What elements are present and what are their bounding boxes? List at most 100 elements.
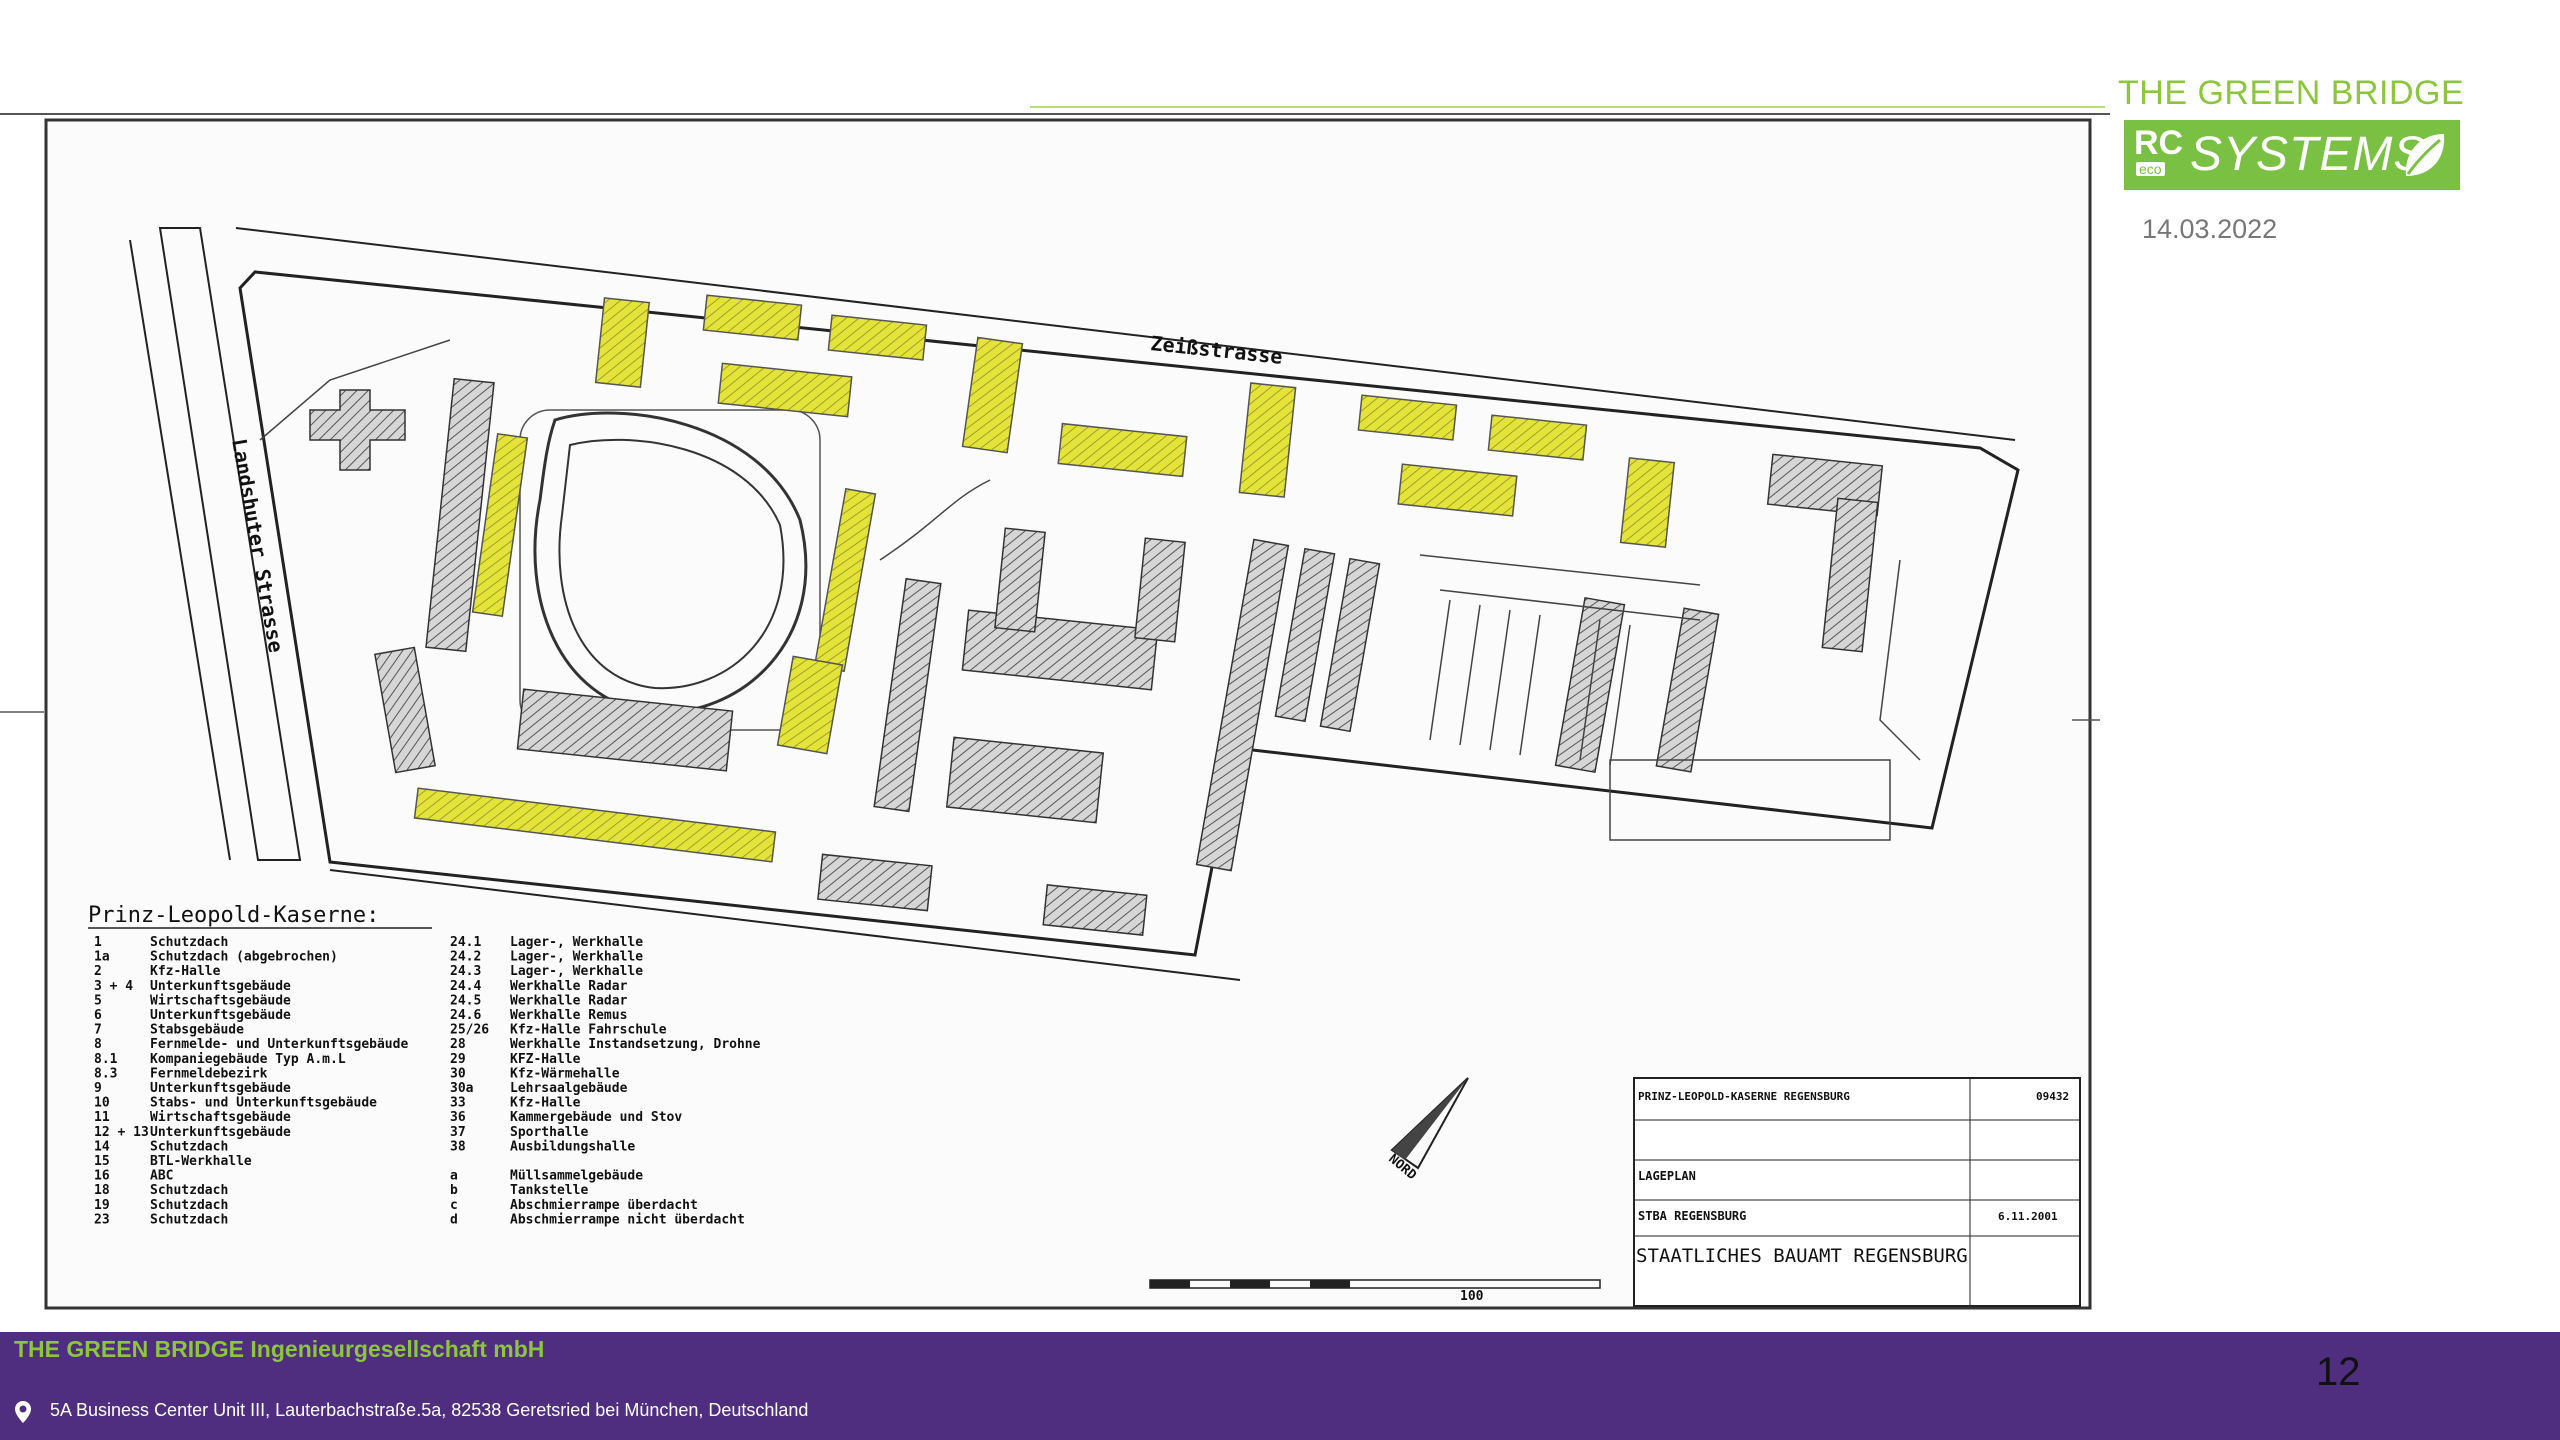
legend-label: Werkhalle Radar	[510, 979, 628, 994]
legend-number: 18	[94, 1183, 110, 1198]
legend-label: KFZ-Halle	[510, 1052, 581, 1067]
legend-number: 10	[94, 1096, 110, 1111]
legend-number: 24.6	[450, 1008, 481, 1023]
legend-label: BTL-Werkhalle	[150, 1154, 252, 1169]
legend-number: 19	[94, 1198, 110, 1213]
legend-number: 12 + 13	[94, 1125, 149, 1140]
legend-number: 24.2	[450, 950, 481, 965]
legend-number: 8	[94, 1037, 102, 1052]
footer-company: THE GREEN BRIDGE Ingenieurgesellschaft m…	[14, 1336, 545, 1362]
legend-number: 6	[94, 1008, 102, 1023]
legend-label: Kfz-Halle Fahrschule	[510, 1023, 667, 1038]
legend-label: Kompaniegebäude Typ A.m.L	[150, 1052, 346, 1067]
header-rule	[1030, 106, 2105, 108]
titleblock-project: PRINZ-LEOPOLD-KASERNE REGENSBURG	[1638, 1090, 1850, 1103]
document-date: 14.03.2022	[2142, 214, 2278, 244]
legend-number: 25/26	[450, 1023, 489, 1038]
legend-label: Schutzdach	[150, 1198, 228, 1213]
legend-number: 1	[94, 935, 102, 950]
legend-number: 37	[450, 1125, 466, 1140]
legend-label: Stabs- und Unterkunftsgebäude	[150, 1096, 377, 1111]
legend-label: Fernmelde- und Unterkunftsgebäude	[150, 1037, 408, 1052]
leaf-icon	[2405, 134, 2445, 176]
legend-number: 28	[450, 1037, 466, 1052]
scale-label: 100	[1460, 1289, 1484, 1304]
legend-number: 14	[94, 1139, 110, 1154]
legend-label: Werkhalle Radar	[510, 993, 628, 1008]
legend-label: Unterkunftsgebäude	[150, 1081, 291, 1096]
titleblock-plan: LAGEPLAN	[1638, 1169, 1696, 1183]
legend-label: Lager-, Werkhalle	[510, 950, 643, 965]
legend-label: Schutzdach (abgebrochen)	[150, 950, 338, 965]
legend-number: 11	[94, 1110, 110, 1125]
title-block: PRINZ-LEOPOLD-KASERNE REGENSBURG 09432 L…	[1633, 1077, 2081, 1307]
legend-number: 24.5	[450, 993, 481, 1008]
site-plan-map: Zeißstrasse Landshuter Strasse Prinz-Leo…	[0, 112, 2110, 1332]
legend-label: Lager-, Werkhalle	[510, 935, 643, 950]
titleblock-date: 6.11.2001	[1998, 1210, 2058, 1223]
legend-number: 38	[450, 1139, 466, 1154]
legend-label: Abschmierrampe überdacht	[510, 1198, 698, 1213]
legend-label: Schutzdach	[150, 1212, 228, 1227]
legend-label: Müllsammelgebäude	[510, 1169, 643, 1184]
legend-label: Kfz-Halle	[510, 1096, 581, 1111]
legend-label: Lehrsaalgebäude	[510, 1081, 628, 1096]
legend-number: 5	[94, 993, 102, 1008]
legend-number: 29	[450, 1052, 466, 1067]
legend-number: 16	[94, 1169, 110, 1184]
legend-label: Schutzdach	[150, 1139, 228, 1154]
legend-label: Schutzdach	[150, 1183, 228, 1198]
legend-number: 7	[94, 1023, 102, 1038]
legend-number: 24.4	[450, 979, 481, 994]
legend-number: a	[450, 1169, 458, 1184]
legend-number: 9	[94, 1081, 102, 1096]
legend-number: 1a	[94, 950, 110, 965]
legend-number: d	[450, 1212, 458, 1227]
legend-label: Schutzdach	[150, 935, 228, 950]
legend-label: Wirtschaftsgebäude	[150, 993, 291, 1008]
legend-label: Werkhalle Instandsetzung, Drohne	[510, 1037, 761, 1052]
legend-label: Unterkunftsgebäude	[150, 1125, 291, 1140]
legend-label: ABC	[150, 1169, 173, 1184]
brand-title: THE GREEN BRIDGE	[2118, 74, 2465, 112]
legend-number: 24.1	[450, 935, 481, 950]
titleblock-office: STBA REGENSBURG	[1638, 1209, 1746, 1223]
legend-label: Unterkunftsgebäude	[150, 979, 291, 994]
legend-label: Abschmierrampe nicht überdacht	[510, 1212, 745, 1227]
legend-number: 8.3	[94, 1066, 117, 1081]
legend-number: 8.1	[94, 1052, 118, 1067]
legend-number: 15	[94, 1154, 110, 1169]
legend-number: 24.3	[450, 964, 481, 979]
legend-label: Unterkunftsgebäude	[150, 1008, 291, 1023]
legend-title: Prinz-Leopold-Kaserne:	[88, 903, 379, 928]
legend-number: 2	[94, 964, 102, 979]
legend-label: Ausbildungshalle	[510, 1139, 635, 1154]
location-pin-icon	[15, 1401, 31, 1423]
rc-eco-systems-logo: RC eco SYSTEMS	[2124, 120, 2460, 190]
legend-label: Fernmeldebezirk	[150, 1066, 268, 1081]
page-number: 12	[2316, 1350, 2361, 1394]
legend-number: 30	[450, 1066, 466, 1081]
legend-label: Lager-, Werkhalle	[510, 964, 643, 979]
legend-label: Wirtschaftsgebäude	[150, 1110, 291, 1125]
legend-label: Tankstelle	[510, 1183, 588, 1198]
logo-systems: SYSTEMS	[2190, 128, 2427, 181]
legend-number: 33	[450, 1096, 466, 1111]
legend-number: c	[450, 1198, 458, 1213]
legend-label: Stabsgebäude	[150, 1023, 244, 1038]
legend-label: Kfz-Wärmehalle	[510, 1066, 620, 1081]
footer-address: 5A Business Center Unit III, Lauterbachs…	[50, 1400, 809, 1420]
legend-label: Sporthalle	[510, 1125, 588, 1140]
legend-label: Kammergebäude und Stov	[510, 1110, 682, 1125]
titleblock-authority: STAATLICHES BAUAMT REGENSBURG	[1636, 1245, 1968, 1267]
legend-number: 23	[94, 1212, 110, 1227]
logo-rc: RC	[2134, 124, 2184, 162]
titleblock-number: 09432	[2036, 1090, 2069, 1103]
legend-number: b	[450, 1183, 458, 1198]
legend-label: Werkhalle Remus	[510, 1008, 627, 1023]
logo-eco: eco	[2136, 162, 2165, 176]
legend-number: 36	[450, 1110, 466, 1125]
legend-number: 30a	[450, 1081, 474, 1096]
legend-label: Kfz-Halle	[150, 964, 221, 979]
legend-number: 3 + 4	[94, 979, 133, 994]
